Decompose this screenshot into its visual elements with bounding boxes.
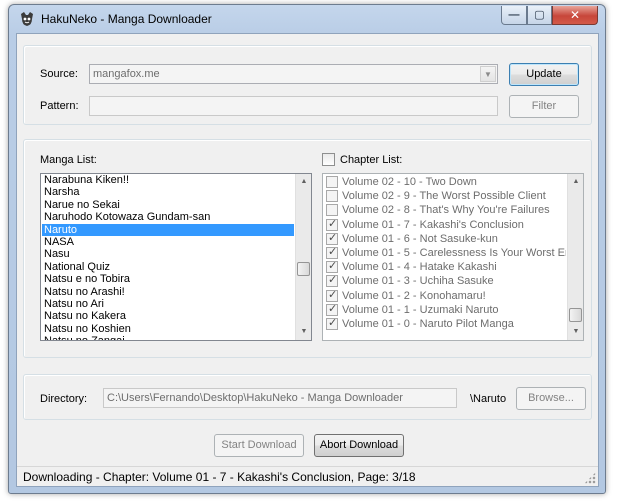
resize-grip-icon[interactable]: [584, 472, 596, 484]
scroll-down-icon[interactable]: ▼: [296, 324, 311, 340]
close-icon: ✕: [569, 8, 581, 22]
chapter-list-item[interactable]: Volume 01 - 5 - Carelessness Is Your Wor…: [324, 246, 566, 260]
chapter-list[interactable]: Volume 02 - 10 - Two Down Volume 02 - 9 -…: [322, 173, 584, 341]
update-button[interactable]: Update: [509, 63, 579, 86]
manga-list[interactable]: Narabuna Kiken!! Narsha Narue no Sekai Naru…: [40, 173, 312, 341]
chapter-list-item[interactable]: Volume 02 - 9 - The Worst Possible Clien…: [324, 189, 566, 203]
chapter-list-item[interactable]: Volume 02 - 10 - Two Down: [324, 175, 566, 189]
main-window: HakuNeko - Manga Downloader — ▢ ✕ Source…: [8, 4, 606, 494]
chapter-checkbox[interactable]: [326, 176, 338, 188]
source-group: Source: mangafox.me ▼ Update Pattern: Fi…: [23, 45, 592, 125]
manga-list-scrollbar[interactable]: ▲ ▼: [295, 174, 311, 340]
chapter-list-item[interactable]: Volume 01 - 3 - Uchiha Sasuke: [324, 274, 566, 288]
chapter-checkbox[interactable]: [326, 218, 338, 231]
manga-list-item[interactable]: Natsu no Zangai: [42, 335, 294, 340]
pattern-label: Pattern:: [40, 100, 79, 112]
chapter-checkbox[interactable]: [326, 190, 338, 203]
scroll-thumb[interactable]: [569, 308, 582, 322]
lists-group: Manga List: Narabuna Kiken!! Narsha Narue …: [23, 139, 592, 358]
chapter-list-item[interactable]: Volume 01 - 6 - Not Sasuke-kun: [324, 232, 566, 246]
chapter-label: Volume 01 - 5 - Carelessness Is Your Wor…: [342, 246, 566, 259]
manga-list-item[interactable]: Natsu no Arashi!: [42, 286, 294, 298]
chapter-checkbox[interactable]: [326, 317, 338, 330]
manga-list-item[interactable]: Natsu no Kakera: [42, 310, 294, 322]
chapter-list-item[interactable]: Volume 02 - 8 - That's Why You're Failur…: [324, 203, 566, 217]
chapter-label: Volume 01 - 7 - Kakashi's Conclusion: [342, 218, 524, 231]
manga-list-item[interactable]: Naruto: [42, 223, 294, 236]
chapter-list-scrollbar[interactable]: ▲ ▼: [567, 174, 583, 340]
manga-list-item[interactable]: Naruhodo Kotowaza Gundam-san: [42, 211, 294, 223]
manga-list-item[interactable]: Natsu e no Tobira: [42, 273, 294, 285]
filter-button[interactable]: Filter: [509, 95, 579, 118]
abort-download-button[interactable]: Abort Download: [314, 434, 404, 457]
chapter-list-item[interactable]: Volume 01 - 4 - Hatake Kakashi: [324, 260, 566, 274]
chapter-label: Volume 01 - 1 - Uzumaki Naruto: [342, 303, 499, 316]
status-text: Downloading - Chapter: Volume 01 - 7 - K…: [23, 470, 416, 484]
chapter-checkbox[interactable]: [326, 246, 338, 259]
title-bar[interactable]: HakuNeko - Manga Downloader — ▢ ✕: [9, 5, 605, 33]
manga-list-item[interactable]: Nasu: [42, 248, 294, 260]
source-value: mangafox.me: [93, 68, 160, 80]
chapter-label: Volume 01 - 3 - Uchiha Sasuke: [342, 275, 494, 288]
scroll-down-icon[interactable]: ▼: [568, 324, 583, 340]
chapter-checkbox[interactable]: [326, 232, 338, 245]
chapter-checkbox[interactable]: [326, 289, 338, 302]
directory-suffix: \Naruto: [470, 393, 507, 405]
directory-path: C:\Users\Fernando\Desktop\HakuNeko - Man…: [107, 392, 403, 404]
manga-list-item[interactable]: NASA: [42, 236, 294, 248]
chapter-label: Volume 02 - 9 - The Worst Possible Clien…: [342, 190, 546, 203]
close-button[interactable]: ✕: [552, 6, 598, 25]
chapter-list-item[interactable]: Volume 01 - 2 - Konohamaru!: [324, 289, 566, 303]
chapter-checkbox[interactable]: [326, 274, 338, 288]
chapter-list-item[interactable]: Volume 01 - 7 - Kakashi's Conclusion: [324, 218, 566, 232]
scroll-thumb[interactable]: [297, 262, 310, 276]
status-bar: Downloading - Chapter: Volume 01 - 7 - K…: [17, 466, 598, 486]
directory-group: Directory: C:\Users\Fernando\Desktop\Hak…: [23, 374, 592, 420]
manga-list-item[interactable]: Natsu no Koshien: [42, 323, 294, 335]
manga-list-label: Manga List:: [40, 154, 97, 166]
scroll-up-icon[interactable]: ▲: [296, 174, 311, 190]
chapter-list-item[interactable]: Volume 01 - 0 - Naruto Pilot Manga: [324, 317, 566, 331]
chapter-label: Volume 01 - 2 - Konohamaru!: [342, 289, 486, 302]
chapter-label: Volume 01 - 4 - Hatake Kakashi: [342, 261, 497, 274]
manga-list-items: Narabuna Kiken!! Narsha Narue no Sekai Naru…: [42, 174, 294, 340]
chapter-checkbox[interactable]: [326, 204, 338, 217]
manga-list-item[interactable]: Natsu no Ari: [42, 298, 294, 310]
browse-button[interactable]: Browse...: [516, 387, 586, 410]
scroll-up-icon[interactable]: ▲: [568, 174, 583, 190]
manga-list-item[interactable]: National Quiz: [42, 261, 294, 273]
directory-input[interactable]: C:\Users\Fernando\Desktop\HakuNeko - Man…: [103, 388, 457, 408]
chapter-label: Volume 02 - 10 - Two Down: [342, 176, 477, 188]
chapter-list-items: Volume 02 - 10 - Two Down Volume 02 - 9 -…: [324, 175, 566, 331]
chapter-label: Volume 01 - 6 - Not Sasuke-kun: [342, 232, 498, 245]
chapter-list-item[interactable]: Volume 01 - 1 - Uzumaki Naruto: [324, 303, 566, 317]
window-title: HakuNeko - Manga Downloader: [41, 12, 212, 26]
chapter-checkbox[interactable]: [326, 303, 338, 316]
maximize-button[interactable]: ▢: [527, 6, 552, 25]
minimize-icon: —: [508, 9, 520, 21]
start-download-button[interactable]: Start Download: [214, 434, 304, 457]
manga-list-item[interactable]: Narabuna Kiken!!: [42, 174, 294, 186]
chapter-label: Volume 01 - 0 - Naruto Pilot Manga: [342, 317, 514, 330]
manga-list-item[interactable]: Narue no Sekai: [42, 199, 294, 211]
source-label: Source:: [40, 68, 78, 80]
chapter-list-label: Chapter List:: [340, 154, 403, 166]
chevron-down-icon[interactable]: ▼: [480, 66, 496, 82]
manga-list-item[interactable]: Narsha: [42, 186, 294, 198]
maximize-icon: ▢: [534, 9, 545, 21]
chapter-label: Volume 02 - 8 - That's Why You're Failur…: [342, 204, 550, 217]
directory-label: Directory:: [40, 393, 88, 405]
client-area: Source: mangafox.me ▼ Update Pattern: Fi…: [16, 33, 599, 487]
chapter-checkbox[interactable]: [326, 260, 338, 274]
pattern-input[interactable]: [89, 96, 498, 116]
minimize-button[interactable]: —: [501, 6, 527, 25]
hakuneko-app-icon: [21, 12, 33, 26]
select-all-chapters-checkbox[interactable]: [322, 153, 335, 166]
source-dropdown[interactable]: mangafox.me ▼: [89, 64, 498, 84]
